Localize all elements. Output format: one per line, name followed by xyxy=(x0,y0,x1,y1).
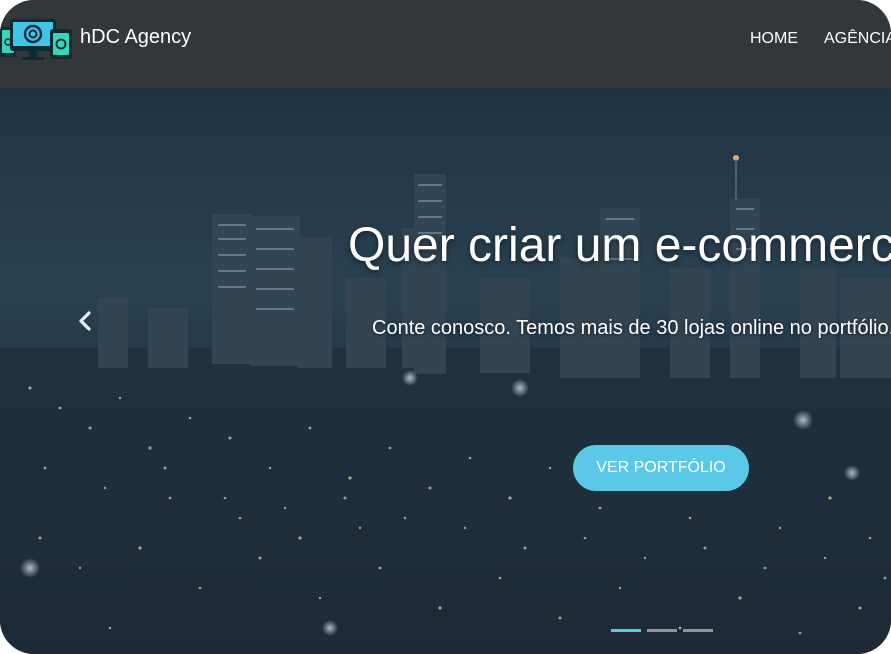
ver-portfolio-button[interactable]: VER PORTFÓLIO xyxy=(573,445,749,491)
hero-carousel: Quer criar um e-commerce? Conte conosco.… xyxy=(0,88,891,654)
brand[interactable]: hDC Agency xyxy=(0,14,191,64)
hero-title: Quer criar um e-commerce? xyxy=(348,219,891,272)
hero-subtitle: Conte conosco. Temos mais de 30 lojas on… xyxy=(372,317,891,339)
hero-overlay xyxy=(0,88,891,654)
brand-name: hDC Agency xyxy=(80,25,192,48)
devices-logo-icon xyxy=(0,15,76,63)
carousel-indicator-3[interactable] xyxy=(683,629,713,632)
carousel-indicator-2[interactable] xyxy=(647,629,677,632)
browser-viewport: hDC Agency HOME AGÊNCIA Quer criar um e-… xyxy=(0,0,891,654)
carousel-prev-button[interactable] xyxy=(70,308,100,338)
carousel-indicators xyxy=(611,629,713,632)
nav-home[interactable]: HOME xyxy=(750,30,798,48)
main-nav: HOME AGÊNCIA xyxy=(750,30,891,48)
chevron-left-icon xyxy=(78,310,92,336)
carousel-indicator-1[interactable] xyxy=(611,629,641,632)
nav-agencia[interactable]: AGÊNCIA xyxy=(824,30,891,48)
navbar: hDC Agency HOME AGÊNCIA xyxy=(0,0,891,88)
